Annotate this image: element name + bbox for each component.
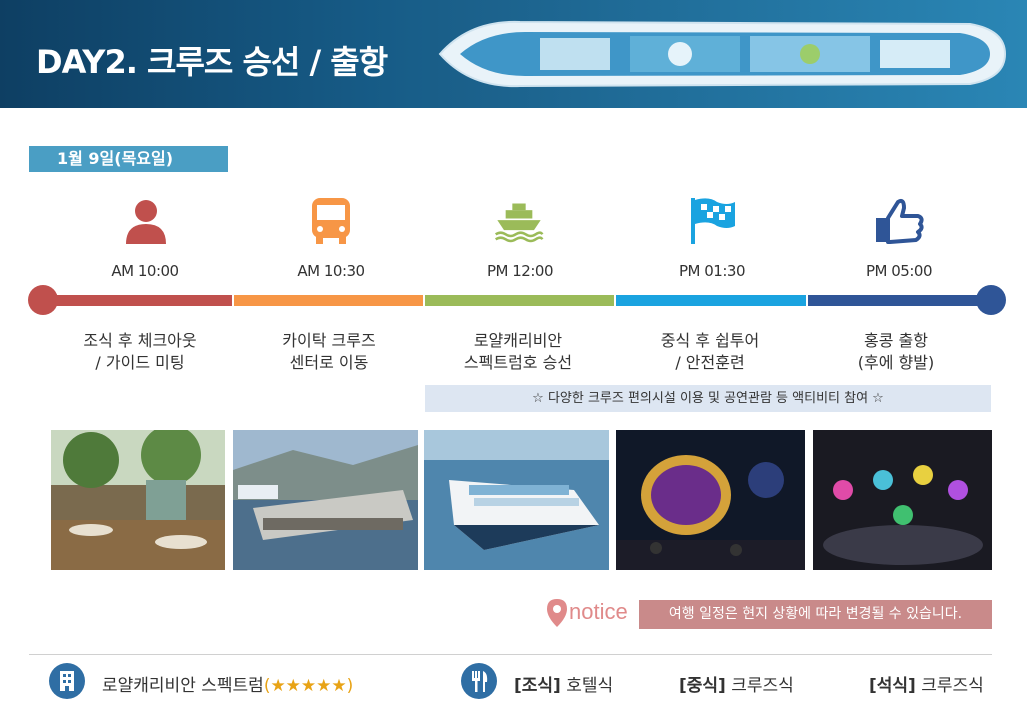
location-pin-icon bbox=[547, 599, 567, 627]
date-tag: 1월 9일(목요일) bbox=[29, 146, 228, 172]
photo-restaurant bbox=[51, 430, 225, 570]
timeline-segment bbox=[425, 295, 614, 306]
flag-icon bbox=[691, 198, 735, 244]
timeline-segment bbox=[43, 295, 232, 306]
notice-label: notice bbox=[569, 599, 628, 624]
utensils-icon bbox=[461, 663, 497, 699]
timeline-time: PM 01:30 bbox=[679, 262, 745, 280]
page-title: DAY2. 크루즈 승선 / 출항 bbox=[36, 43, 388, 81]
timeline-time: PM 12:00 bbox=[487, 262, 553, 280]
timeline-segment bbox=[234, 295, 423, 306]
timeline-segment bbox=[616, 295, 806, 306]
timeline-end-dot bbox=[976, 285, 1006, 315]
bus-icon bbox=[312, 198, 350, 244]
header-banner: DAY2. 크루즈 승선 / 출항 bbox=[0, 0, 1027, 108]
timeline-time: PM 05:00 bbox=[866, 262, 932, 280]
timeline-time: AM 10:00 bbox=[111, 262, 179, 280]
activity-note: ☆ 다양한 크루즈 편의시설 이용 및 공연관람 등 액티비티 참여 ☆ bbox=[425, 385, 991, 412]
notice-text: 여행 일정은 현지 상황에 따라 변경될 수 있습니다. bbox=[639, 600, 992, 629]
timeline-description: 조식 후 체크아웃 / 가이드 미팅 bbox=[83, 331, 197, 372]
lunch-info: [중식] 크루즈식 bbox=[679, 676, 794, 696]
dinner-info: [석식] 크루즈식 bbox=[869, 676, 984, 696]
timeline-description: 홍콩 출항 (후에 향발) bbox=[857, 331, 935, 372]
person-icon bbox=[126, 200, 166, 244]
photo-cruise-terminal bbox=[233, 430, 418, 570]
timeline-time: AM 10:30 bbox=[297, 262, 365, 280]
timeline-segment bbox=[808, 295, 990, 306]
timeline-description: 카이탁 크루즈 센터로 이동 bbox=[282, 331, 376, 372]
hotel-name: 로얄캐리비안 스펙트럼(★★★★★) bbox=[102, 676, 354, 696]
breakfast-info: [조식] 호텔식 bbox=[514, 676, 614, 696]
photo-performance bbox=[813, 430, 992, 570]
thumbs-up-icon bbox=[876, 198, 924, 244]
hotel-rating: (★★★★★) bbox=[263, 676, 354, 696]
cruise-ship-illustration bbox=[430, 0, 1027, 108]
photo-night-deck bbox=[616, 430, 805, 570]
photo-cruise-ship bbox=[424, 430, 609, 570]
timeline-start-dot bbox=[28, 285, 58, 315]
divider bbox=[29, 654, 992, 655]
hotel-icon bbox=[49, 663, 85, 699]
timeline-description: 중식 후 쉽투어 / 안전훈련 bbox=[660, 331, 760, 372]
timeline-description: 로얄캐리비안 스펙트럼호 승선 bbox=[463, 331, 573, 372]
ship-icon bbox=[494, 203, 544, 243]
